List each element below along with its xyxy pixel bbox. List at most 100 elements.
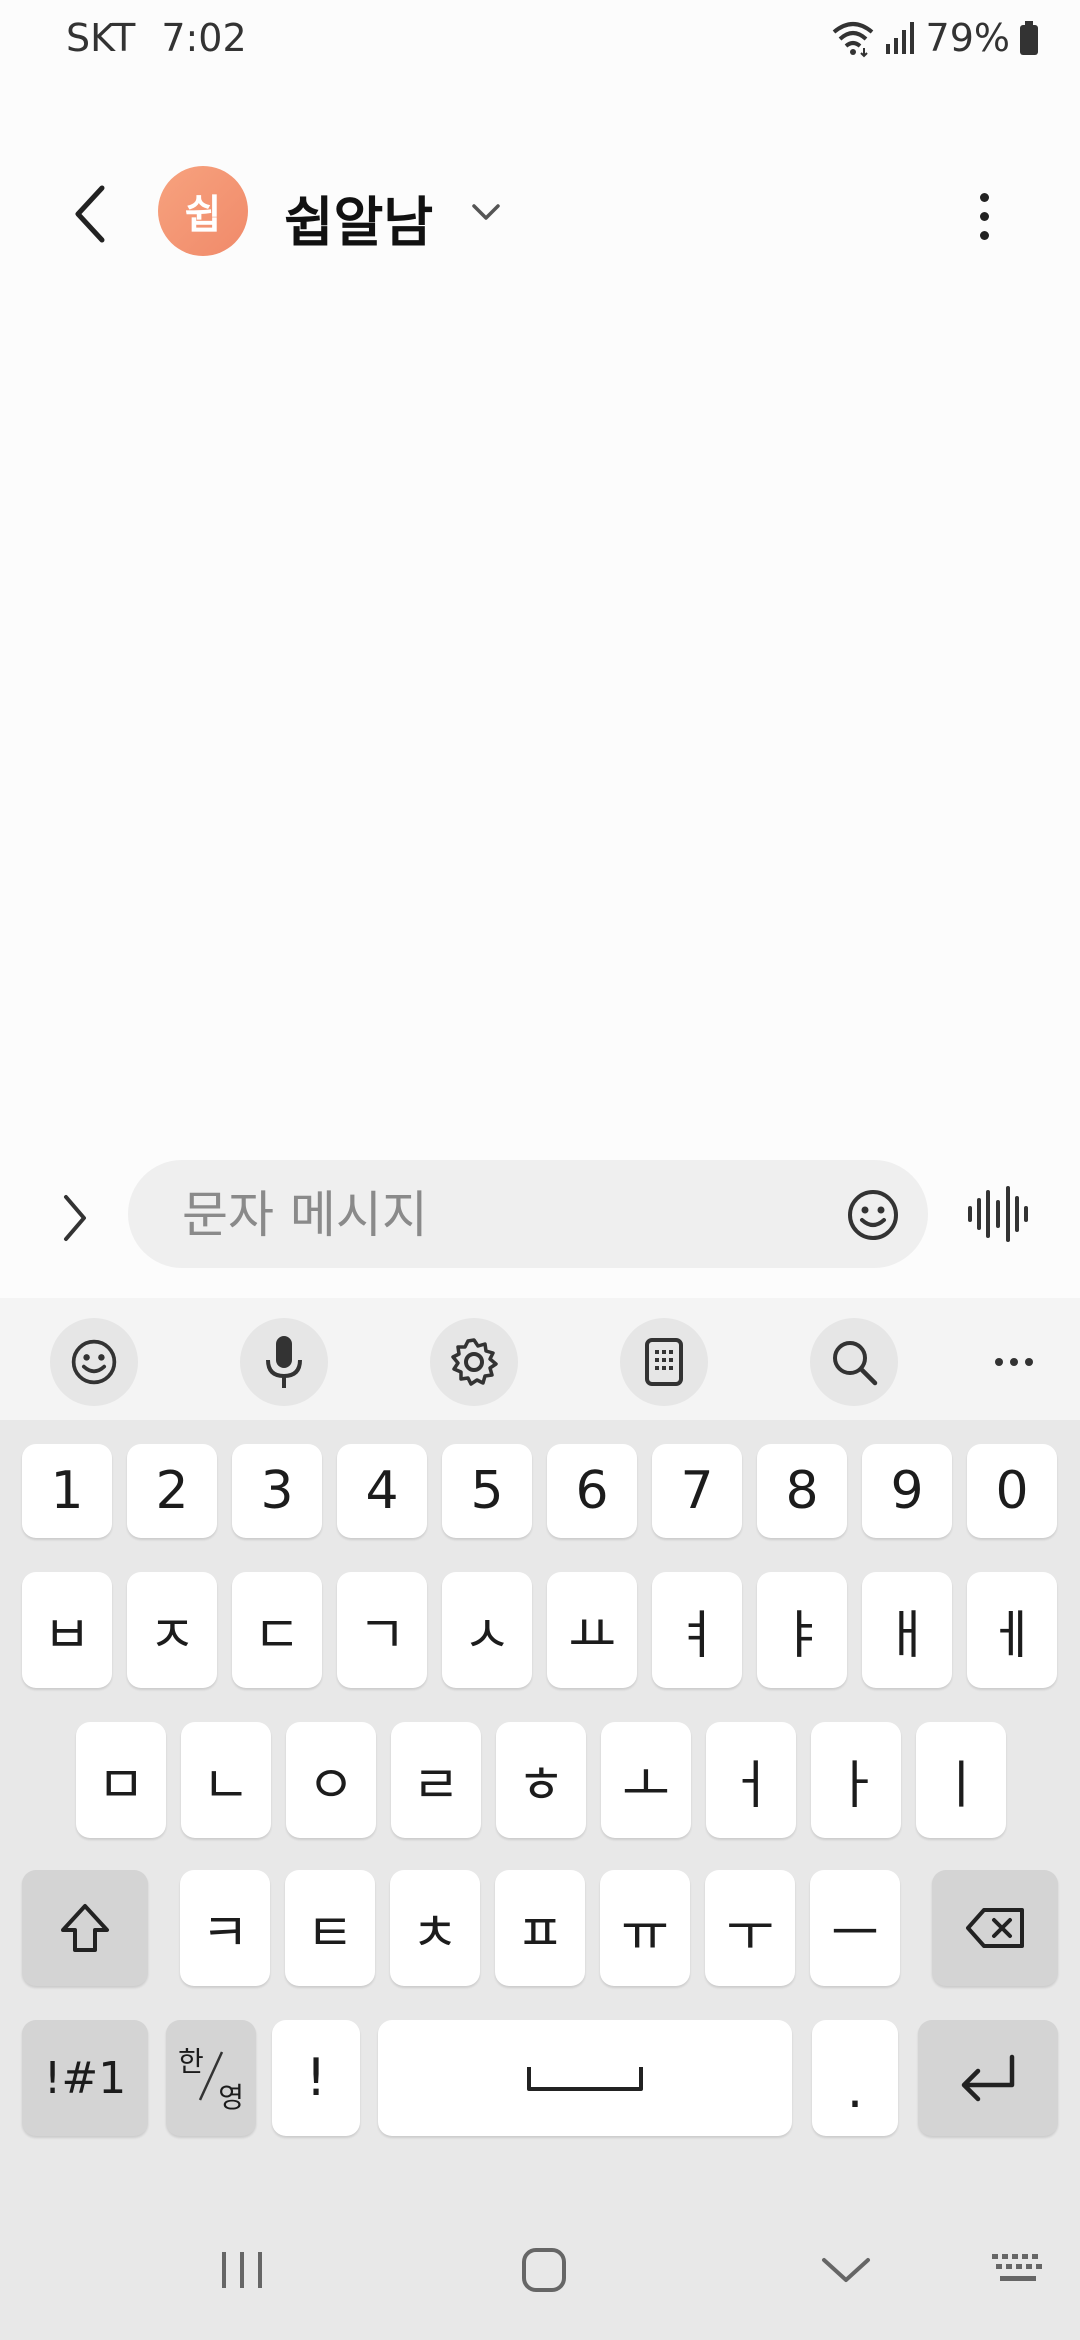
chevron-down-icon bbox=[822, 2258, 870, 2282]
signal-icon bbox=[885, 22, 914, 54]
number-key-1[interactable]: 2 bbox=[127, 1444, 217, 1538]
jamo-key-5[interactable]: ㅛ bbox=[547, 1572, 637, 1688]
home-button[interactable] bbox=[494, 2230, 594, 2310]
chevron-right-icon bbox=[64, 1195, 86, 1241]
jamo-key-1[interactable]: ㅈ bbox=[127, 1572, 217, 1688]
jamo-key-row3-6[interactable]: ㅡ bbox=[810, 1870, 900, 1986]
voice-recorder-icon[interactable] bbox=[962, 1184, 1034, 1244]
jamo-key-row2-4[interactable]: ㅎ bbox=[496, 1722, 586, 1838]
hide-keyboard-button[interactable] bbox=[796, 2230, 896, 2310]
jamo-key-3[interactable]: ㄱ bbox=[337, 1572, 427, 1688]
keyboard-icon bbox=[992, 2254, 1042, 2281]
dot bbox=[1025, 1358, 1033, 1366]
eng-label: 영 bbox=[218, 2081, 244, 2114]
period-key[interactable]: . bbox=[812, 2020, 898, 2136]
message-input[interactable] bbox=[180, 1160, 804, 1270]
gear-icon bbox=[451, 1338, 498, 1386]
jamo-key-row2-0[interactable]: ㅁ bbox=[76, 1722, 166, 1838]
dot bbox=[1010, 1358, 1018, 1366]
emoji-icon[interactable] bbox=[846, 1188, 900, 1242]
jamo-key-0[interactable]: ㅂ bbox=[22, 1572, 112, 1688]
enter-key[interactable] bbox=[918, 2020, 1058, 2136]
jamo-key-8[interactable]: ㅐ bbox=[862, 1572, 952, 1688]
avatar[interactable]: 쉽 bbox=[158, 166, 248, 256]
jamo-key-row2-2[interactable]: ㅇ bbox=[286, 1722, 376, 1838]
jamo-key-2[interactable]: ㄷ bbox=[232, 1572, 322, 1688]
search-icon bbox=[833, 1341, 878, 1386]
keyboard-settings-button[interactable] bbox=[430, 1318, 518, 1406]
contact-name[interactable]: 쉽알남 bbox=[284, 178, 433, 257]
status-bar: SKT 7:02 79% bbox=[0, 0, 1080, 80]
number-key-0[interactable]: 1 bbox=[22, 1444, 112, 1538]
emoji-icon bbox=[71, 1339, 117, 1385]
number-key-3[interactable]: 4 bbox=[337, 1444, 427, 1538]
dot bbox=[995, 1358, 1003, 1366]
keyboard-switch-button[interactable] bbox=[968, 2230, 1068, 2310]
more-options-button[interactable] bbox=[960, 184, 1008, 248]
language-toggle-key[interactable]: 한 영 bbox=[166, 2020, 256, 2136]
jamo-key-4[interactable]: ㅅ bbox=[442, 1572, 532, 1688]
jamo-key-row2-5[interactable]: ㅗ bbox=[601, 1722, 691, 1838]
emoji-button[interactable] bbox=[50, 1318, 138, 1406]
mic-icon bbox=[266, 1336, 302, 1388]
keyboard-toolbar bbox=[0, 1298, 1080, 1420]
battery-percent: 79% bbox=[925, 16, 1010, 60]
jamo-key-9[interactable]: ㅔ bbox=[967, 1572, 1057, 1688]
carrier-label: SKT bbox=[66, 16, 136, 60]
one-handed-button[interactable] bbox=[620, 1318, 708, 1406]
jamo-key-row3-4[interactable]: ㅠ bbox=[600, 1870, 690, 1986]
jamo-key-row3-1[interactable]: ㅌ bbox=[285, 1870, 375, 1986]
jamo-key-row3-5[interactable]: ㅜ bbox=[705, 1870, 795, 1986]
back-button[interactable] bbox=[58, 178, 122, 250]
wifi-icon bbox=[832, 22, 873, 58]
jamo-key-row3-2[interactable]: ㅊ bbox=[390, 1870, 480, 1986]
status-right: 79% bbox=[830, 16, 1040, 60]
dot bbox=[979, 230, 989, 240]
chevron-down-icon[interactable] bbox=[466, 198, 506, 228]
jamo-key-row3-3[interactable]: ㅍ bbox=[495, 1870, 585, 1986]
recents-icon bbox=[222, 2252, 262, 2288]
dot bbox=[979, 211, 989, 221]
avatar-initial: 쉽 bbox=[184, 192, 222, 238]
conversation-header: 쉽 쉽알남 bbox=[0, 150, 1080, 274]
jamo-key-row2-7[interactable]: ㅏ bbox=[811, 1722, 901, 1838]
jamo-key-row2-8[interactable]: ㅣ bbox=[916, 1722, 1006, 1838]
recents-button[interactable] bbox=[192, 2230, 292, 2310]
number-key-7[interactable]: 8 bbox=[757, 1444, 847, 1538]
search-button[interactable] bbox=[810, 1318, 898, 1406]
number-key-2[interactable]: 3 bbox=[232, 1444, 322, 1538]
backspace-key[interactable] bbox=[932, 1870, 1058, 1986]
number-key-4[interactable]: 5 bbox=[442, 1444, 532, 1538]
voice-input-button[interactable] bbox=[240, 1318, 328, 1406]
jamo-key-row2-1[interactable]: ㄴ bbox=[181, 1722, 271, 1838]
jamo-key-7[interactable]: ㅑ bbox=[757, 1572, 847, 1688]
space-icon bbox=[527, 2067, 643, 2091]
message-field bbox=[128, 1160, 928, 1270]
clock: 7:02 bbox=[161, 16, 247, 60]
jamo-key-row2-6[interactable]: ㅓ bbox=[706, 1722, 796, 1838]
dot bbox=[979, 192, 989, 202]
symbols-key[interactable]: !#1 bbox=[22, 2020, 148, 2136]
toolbar-more-button[interactable] bbox=[970, 1318, 1058, 1406]
navigation-bar bbox=[0, 2200, 1080, 2340]
jamo-key-6[interactable]: ㅕ bbox=[652, 1572, 742, 1688]
battery-icon bbox=[1020, 21, 1038, 55]
home-icon bbox=[522, 2248, 566, 2292]
space-key[interactable] bbox=[378, 2020, 792, 2136]
jamo-key-row3-0[interactable]: ㅋ bbox=[180, 1870, 270, 1986]
keyboard: 1234567890 ㅂㅈㄷㄱㅅㅛㅕㅑㅐㅔ ㅁㄴㅇㄹㅎㅗㅓㅏㅣ ㅋㅌㅊㅍㅠㅜㅡ … bbox=[0, 1298, 1080, 2340]
message-composer bbox=[0, 1158, 1080, 1278]
number-key-6[interactable]: 7 bbox=[652, 1444, 742, 1538]
number-key-5[interactable]: 6 bbox=[547, 1444, 637, 1538]
backspace-icon bbox=[966, 1908, 1024, 1948]
exclamation-key[interactable]: ! bbox=[272, 2020, 360, 2136]
shift-key[interactable] bbox=[22, 1870, 148, 1986]
status-left: SKT 7:02 bbox=[66, 16, 247, 60]
shift-icon bbox=[61, 1904, 109, 1952]
back-arrow-icon bbox=[75, 185, 105, 243]
expand-attachments-button[interactable] bbox=[50, 1188, 100, 1248]
number-key-8[interactable]: 9 bbox=[862, 1444, 952, 1538]
number-key-9[interactable]: 0 bbox=[967, 1444, 1057, 1538]
jamo-key-row2-3[interactable]: ㄹ bbox=[391, 1722, 481, 1838]
keypad-icon bbox=[645, 1338, 683, 1386]
